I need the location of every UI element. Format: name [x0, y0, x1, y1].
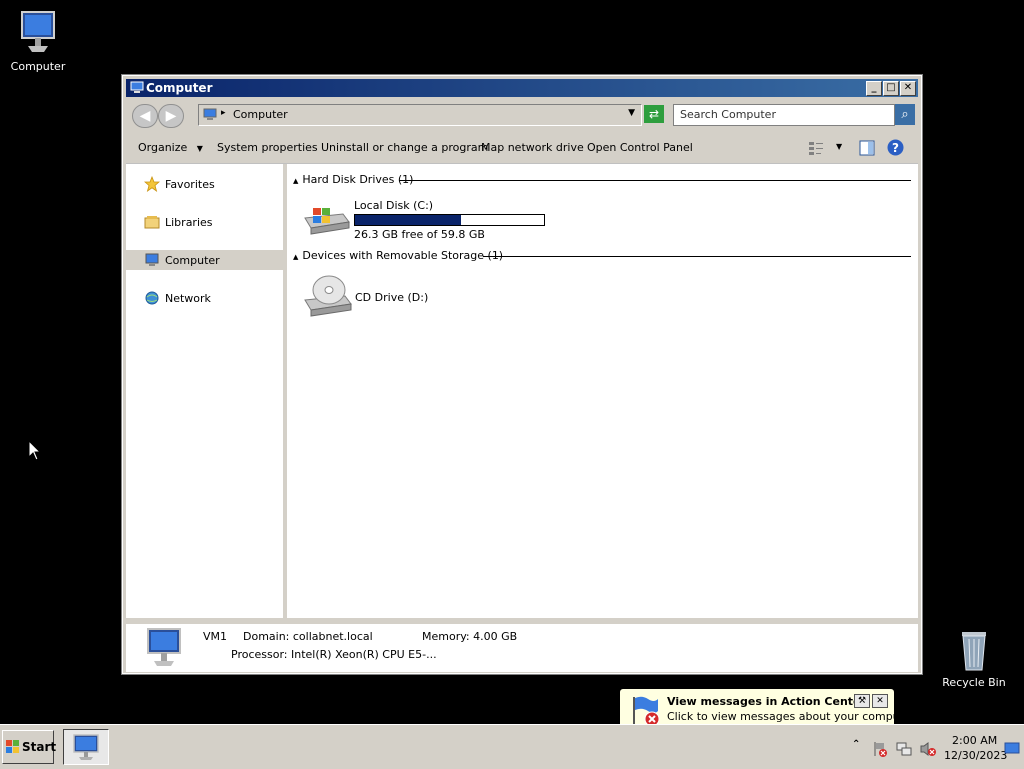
- breadcrumb[interactable]: Computer: [233, 108, 288, 121]
- preview-pane-icon[interactable]: [859, 140, 875, 156]
- refresh-button[interactable]: ⇄: [644, 105, 664, 123]
- nav-item-computer[interactable]: Computer: [126, 250, 283, 270]
- show-hidden-icons-button[interactable]: ⌃: [852, 739, 860, 750]
- drive-name: Local Disk (C:): [354, 199, 434, 212]
- group-header-hdd[interactable]: ▲ Hard Disk Drives (1): [293, 173, 413, 186]
- memory-value: Memory: 4.00 GB: [422, 630, 518, 643]
- desktop-recycle-bin-icon[interactable]: Recycle Bin: [936, 624, 1012, 689]
- network-icon: [145, 291, 159, 305]
- computer-icon: [147, 628, 181, 666]
- disk-usage-fill: [355, 215, 461, 225]
- nav-item-favorites[interactable]: Favorites: [126, 174, 283, 194]
- balloon-title: View messages in Action Center: [667, 695, 866, 708]
- show-desktop-icon[interactable]: [1004, 742, 1020, 754]
- computer-icon: [145, 253, 159, 266]
- details-pane: VM1 Domain: collabnet.local Memory: 4.00…: [126, 622, 918, 672]
- processor-value: Processor: Intel(R) Xeon(R) CPU E5-...: [231, 648, 437, 661]
- star-icon: [144, 176, 160, 192]
- nav-item-label: Libraries: [165, 216, 213, 229]
- navigation-pane: Favorites Libraries Computer Network: [126, 164, 286, 618]
- system-properties-button[interactable]: System properties: [217, 141, 318, 154]
- nav-item-label: Computer: [165, 254, 220, 267]
- hard-drive-icon: [304, 208, 350, 235]
- back-button[interactable]: ◀: [132, 104, 158, 128]
- close-button[interactable]: ✕: [900, 81, 916, 96]
- maximize-button[interactable]: □: [883, 81, 899, 96]
- drive-name: CD Drive (D:): [355, 291, 429, 304]
- address-bar[interactable]: ▸ Computer ▼: [198, 104, 642, 126]
- search-input[interactable]: Search Computer: [673, 104, 895, 126]
- cd-drive-icon: [304, 275, 352, 317]
- collapse-icon[interactable]: ▲: [293, 253, 298, 261]
- breadcrumb-arrow-icon[interactable]: ▸: [221, 108, 226, 118]
- title-bar[interactable]: Computer _ □ ✕: [126, 79, 918, 97]
- window-title: Computer: [146, 81, 213, 95]
- action-center-flag-icon: [633, 696, 660, 727]
- map-network-drive-button[interactable]: Map network drive: [481, 141, 584, 154]
- search-icon[interactable]: ⌕: [895, 104, 915, 125]
- group-header-removable[interactable]: ▲ Devices with Removable Storage (1): [293, 249, 503, 262]
- clock-time[interactable]: 2:00 AM: [952, 734, 997, 747]
- open-control-panel-button[interactable]: Open Control Panel: [587, 141, 693, 154]
- windows-logo-icon: [6, 740, 19, 753]
- nav-item-network[interactable]: Network: [126, 288, 283, 308]
- drive-item-c[interactable]: Local Disk (C:) 26.3 GB free of 59.8 GB: [303, 196, 553, 241]
- group-divider: [483, 256, 911, 257]
- minimize-button[interactable]: _: [866, 81, 882, 96]
- mouse-cursor-icon: [28, 440, 42, 461]
- taskbar-explorer-button[interactable]: [63, 729, 109, 765]
- desktop-computer-label: Computer: [10, 60, 66, 73]
- svg-text:?: ?: [892, 141, 899, 155]
- group-divider: [399, 180, 911, 181]
- group-header-hdd-label: Hard Disk Drives (1): [302, 173, 414, 186]
- view-options-icon[interactable]: [808, 140, 824, 156]
- collapse-icon[interactable]: ▲: [293, 177, 298, 185]
- balloon-text: Click to view messages about your comput…: [667, 710, 918, 723]
- chevron-down-icon: ▼: [196, 144, 203, 153]
- action-center-tray-icon[interactable]: [872, 741, 888, 757]
- help-icon[interactable]: ?: [887, 139, 904, 156]
- drive-item-d[interactable]: CD Drive (D:): [303, 274, 463, 318]
- balloon-close-button[interactable]: ✕: [872, 694, 888, 708]
- search-placeholder: Search Computer: [680, 108, 776, 121]
- recycle-bin-icon: [950, 624, 998, 672]
- library-icon: [144, 216, 160, 229]
- organize-button[interactable]: Organize ▼: [138, 141, 203, 154]
- start-label: Start: [22, 740, 57, 754]
- computer-icon: [130, 81, 144, 93]
- group-header-removable-label: Devices with Removable Storage (1): [302, 249, 504, 262]
- clock-date[interactable]: 12/30/2023: [944, 749, 1007, 762]
- domain-value: Domain: collabnet.local: [243, 630, 373, 643]
- computer-icon: [14, 8, 62, 56]
- nav-item-label: Favorites: [165, 178, 215, 191]
- wrench-icon[interactable]: ⚒: [854, 694, 870, 708]
- nav-item-label: Network: [165, 292, 211, 305]
- desktop-computer-icon[interactable]: Computer: [0, 8, 76, 73]
- desktop-recycle-bin-label: Recycle Bin: [942, 676, 1006, 689]
- taskbar: Start ⌃ 2:00 AM 12/30/2023: [0, 724, 1024, 769]
- network-tray-icon[interactable]: [896, 741, 912, 757]
- uninstall-program-button[interactable]: Uninstall or change a program: [321, 141, 488, 154]
- computer-icon: [73, 734, 99, 760]
- organize-label: Organize: [138, 141, 188, 154]
- computer-icon: [203, 108, 217, 120]
- drive-free-space: 26.3 GB free of 59.8 GB: [354, 228, 485, 241]
- chevron-down-icon[interactable]: ▼: [628, 108, 635, 118]
- system-tray: ⌃ 2:00 AM 12/30/2023: [849, 729, 1024, 765]
- computer-name: VM1: [203, 630, 228, 643]
- chevron-down-icon[interactable]: ▼: [836, 142, 842, 151]
- address-row: ◀ ▶ ▸ Computer ▼ ⇄ Search Computer ⌕: [126, 100, 918, 130]
- disk-usage-bar: [354, 214, 545, 226]
- nav-item-libraries[interactable]: Libraries: [126, 212, 283, 232]
- explorer-window: Computer _ □ ✕ ◀ ▶ ▸ Computer ▼ ⇄ Search…: [122, 75, 922, 674]
- volume-muted-icon[interactable]: [920, 741, 936, 757]
- command-bar: Organize ▼ System properties Uninstall o…: [126, 133, 918, 164]
- forward-button[interactable]: ▶: [158, 104, 184, 128]
- start-button[interactable]: Start: [2, 730, 57, 764]
- content-pane: ▲ Hard Disk Drives (1) Local Disk (C:) 26…: [287, 164, 918, 618]
